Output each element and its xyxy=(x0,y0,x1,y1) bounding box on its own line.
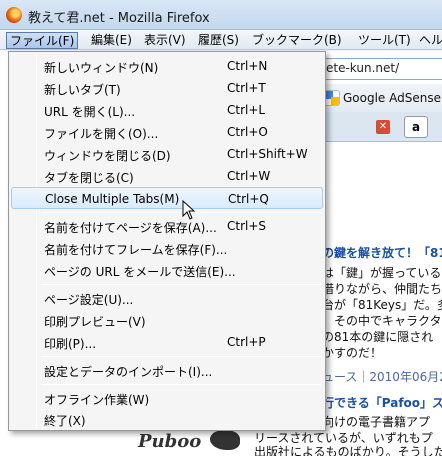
article-text: は「鍵」が握っている！ xyxy=(322,266,442,280)
article-text: 、その中でキャラクタ- xyxy=(322,314,442,328)
menu-file[interactable]: ファイル(F) xyxy=(6,32,79,49)
menu-history[interactable]: 履歴(S) xyxy=(195,32,242,49)
menu-separator xyxy=(41,356,321,357)
menu-item-new-window[interactable]: 新しいウィンドウ(N) Ctrl+N xyxy=(11,55,323,77)
menu-item-label: ページの URL をメールで送信(E)... xyxy=(44,265,236,279)
menu-item-print-preview[interactable]: 印刷プレビュー(V) xyxy=(11,309,323,331)
menu-item-shortcut: Ctrl+Q xyxy=(228,192,269,206)
close-tab-icon[interactable]: ✕ xyxy=(376,120,390,134)
menu-item-send-link[interactable]: ページの URL をメールで送信(E)... xyxy=(11,259,323,281)
menu-item-close-window[interactable]: ウィンドウを閉じる(D) Ctrl+Shift+W xyxy=(11,143,323,165)
menu-item-open-file[interactable]: ファイルを開く(O)... Ctrl+O xyxy=(11,121,323,143)
puboo-bird-icon xyxy=(210,430,240,450)
menu-item-label: Close Multiple Tabs(M) xyxy=(45,192,180,206)
menu-item-new-tab[interactable]: 新しいタブ(T) Ctrl+T xyxy=(11,77,323,99)
article-headline-1[interactable]: の鍵を解き放て！「81K xyxy=(322,244,442,261)
article-text: 借りながら、仲間たち xyxy=(322,282,442,296)
menu-item-exit[interactable]: 終了(X) xyxy=(11,408,323,430)
menu-item-label: 新しいウィンドウ(N) xyxy=(44,61,159,75)
firefox-icon[interactable] xyxy=(6,7,22,23)
article-text: 向けの電子書籍アプ xyxy=(322,415,431,429)
window-title: 教えて君.net - Mozilla Firefox xyxy=(28,11,210,26)
url-text[interactable]: ete-kun.net/ xyxy=(326,61,399,75)
menu-tools[interactable]: ツール(T) xyxy=(355,32,414,49)
menu-item-shortcut: Ctrl+W xyxy=(227,169,271,183)
menu-bookmarks[interactable]: ブックマーク(B) xyxy=(249,32,345,49)
title-bar[interactable]: 教えて君.net - Mozilla Firefox xyxy=(0,0,442,30)
menu-item-shortcut: Ctrl+P xyxy=(227,335,266,349)
menu-item-save-page-as[interactable]: 名前を付けてページを保存(A)... Ctrl+S xyxy=(11,215,323,237)
menu-item-shortcut: Ctrl+Shift+W xyxy=(227,147,308,161)
menu-item-label: 新しいタブ(T) xyxy=(44,83,121,97)
menu-bar: ファイル(F) 編集(E) 表示(V) 履歴(S) ブックマーク(B) ツール(… xyxy=(0,30,442,50)
menu-item-label: URL を開く(L)... xyxy=(44,105,136,119)
menu-item-import[interactable]: 設定とデータのインポート(I)... xyxy=(11,359,323,381)
article-text: 出版社によるものばかり。そうした xyxy=(254,445,442,456)
menu-item-shortcut: Ctrl+T xyxy=(227,81,266,95)
menu-item-label: 名前を付けてフレームを保存(F)... xyxy=(44,243,228,257)
article-meta: ュース｜2010年06月2 xyxy=(322,370,442,384)
menu-separator xyxy=(41,212,321,213)
file-menu: 新しいウィンドウ(N) Ctrl+N 新しいタブ(T) Ctrl+T URL を… xyxy=(8,51,326,431)
menu-item-open-url[interactable]: URL を開く(L)... Ctrl+L xyxy=(11,99,323,121)
menu-item-label: オフライン作業(W) xyxy=(44,393,150,407)
menu-item-label: 名前を付けてページを保存(A)... xyxy=(44,221,217,235)
menu-item-shortcut: Ctrl+O xyxy=(227,125,268,139)
menu-item-label: ウィンドウを閉じる(D) xyxy=(44,149,171,163)
menu-item-shortcut: Ctrl+S xyxy=(227,219,267,233)
menu-item-label: 設定とデータのインポート(I)... xyxy=(44,365,213,379)
menu-item-page-setup[interactable]: ページ設定(U)... xyxy=(11,287,323,309)
bookmark-google-adsense[interactable]: Google AdSense xyxy=(343,91,441,105)
menu-separator xyxy=(41,284,321,285)
article-text: 台が「81Keys」だ。多種 xyxy=(322,298,442,312)
menu-view[interactable]: 表示(V) xyxy=(141,32,189,49)
menu-item-shortcut: Ctrl+L xyxy=(227,103,266,117)
menu-help[interactable]: ヘル xyxy=(416,32,442,49)
article-text: かすのだ！ xyxy=(322,346,383,360)
menu-item-close-multiple-tabs[interactable]: Close Multiple Tabs(M) Ctrl+Q xyxy=(11,187,323,209)
amazon-tab-icon[interactable]: a xyxy=(404,116,428,138)
menu-item-label: 終了(X) xyxy=(44,414,86,428)
menu-separator xyxy=(41,384,321,385)
menu-item-label: 印刷(P)... xyxy=(44,337,97,351)
menu-item-label: ページ設定(U)... xyxy=(44,293,134,307)
menu-item-close-tab[interactable]: タブを閉じる(C) Ctrl+W xyxy=(11,165,323,187)
article-headline-2[interactable]: 行できる「Pafoo」ス xyxy=(322,394,442,411)
menu-item-label: ファイルを開く(O)... xyxy=(44,127,159,141)
mouse-cursor-icon xyxy=(182,200,196,220)
menu-item-label: タブを閉じる(C) xyxy=(44,171,134,185)
menu-item-label: 印刷プレビュー(V) xyxy=(44,315,146,329)
puboo-logo: Puboo xyxy=(138,431,202,452)
google-icon xyxy=(324,90,340,106)
article-text: の81本の鍵に隠され xyxy=(322,330,434,344)
menu-item-save-frame-as[interactable]: 名前を付けてフレームを保存(F)... xyxy=(11,237,323,259)
menu-item-print[interactable]: 印刷(P)... Ctrl+P xyxy=(11,331,323,353)
menu-item-shortcut: Ctrl+N xyxy=(227,59,268,73)
menu-item-work-offline[interactable]: オフライン作業(W) xyxy=(11,387,323,409)
menu-edit[interactable]: 編集(E) xyxy=(88,32,135,49)
